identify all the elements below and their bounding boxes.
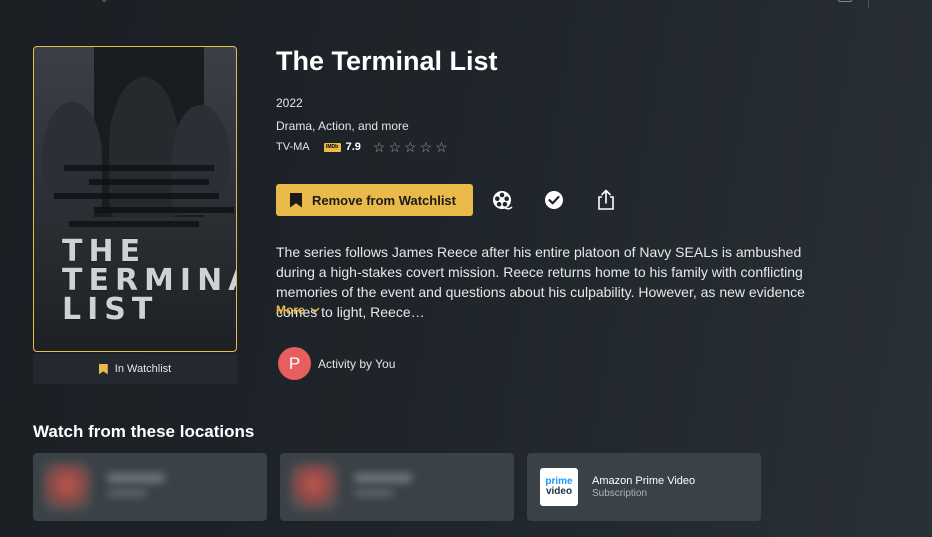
- chevron-down-icon[interactable]: ⌄: [100, 0, 108, 5]
- bookmark-icon: [290, 192, 302, 208]
- avatar: P: [278, 347, 311, 380]
- location-card-2[interactable]: [280, 453, 514, 521]
- poster-image: THE TERMINAL LIST: [33, 46, 237, 352]
- chevron-down-icon: [310, 306, 320, 313]
- synopsis: The series follows James Reece after his…: [276, 244, 805, 320]
- content-rating: TV-MA: [276, 141, 310, 153]
- imdb-badge-icon: IMDb: [323, 142, 341, 152]
- film-reel-icon[interactable]: [490, 188, 514, 212]
- prime-video-logo-icon: prime video: [540, 468, 578, 506]
- location-subtitle: Subscription: [592, 488, 648, 499]
- top-bar: ⌄: [0, 0, 932, 8]
- star-icon[interactable]: ☆: [404, 140, 417, 154]
- star-icon[interactable]: ☆: [435, 140, 448, 154]
- provider-logo-icon: [43, 463, 91, 511]
- check-circle-icon[interactable]: [542, 188, 566, 212]
- in-watchlist-text: In Watchlist: [114, 363, 172, 375]
- star-icon[interactable]: ☆: [420, 140, 433, 154]
- more-label: More: [276, 303, 305, 317]
- star-icon[interactable]: ☆: [388, 140, 401, 154]
- activity-by-you[interactable]: P Activity by You: [278, 347, 395, 380]
- bookmark-icon: [98, 363, 108, 375]
- activity-label: Activity by You: [318, 356, 396, 371]
- location-name: Amazon Prime Video: [592, 475, 696, 487]
- imdb-score: 7.9: [345, 141, 361, 153]
- window-icon[interactable]: [838, 0, 852, 2]
- in-watchlist-label[interactable]: In Watchlist: [33, 354, 237, 384]
- page-title: The Terminal List: [276, 46, 498, 76]
- provider-logo-icon: [290, 463, 338, 511]
- remove-from-watchlist-label: Remove from Watchlist: [312, 192, 456, 208]
- poster-title-text: THE TERMINAL LIST: [62, 234, 236, 327]
- location-card-prime-video[interactable]: prime video Amazon Prime Video Subscript…: [527, 453, 761, 521]
- share-icon[interactable]: [594, 188, 618, 212]
- star-rating[interactable]: ☆ ☆ ☆ ☆ ☆: [373, 140, 448, 154]
- release-year: 2022: [276, 96, 303, 110]
- meta-row: TV-MA IMDb 7.9 ☆ ☆ ☆ ☆ ☆: [276, 140, 448, 154]
- remove-from-watchlist-button[interactable]: Remove from Watchlist: [276, 184, 473, 216]
- watch-locations-heading: Watch from these locations: [33, 422, 255, 441]
- divider: [868, 0, 869, 8]
- genres: Drama, Action, and more: [276, 119, 409, 133]
- more-link[interactable]: More: [276, 303, 320, 317]
- location-card-1[interactable]: [33, 453, 267, 521]
- star-icon[interactable]: ☆: [373, 140, 386, 154]
